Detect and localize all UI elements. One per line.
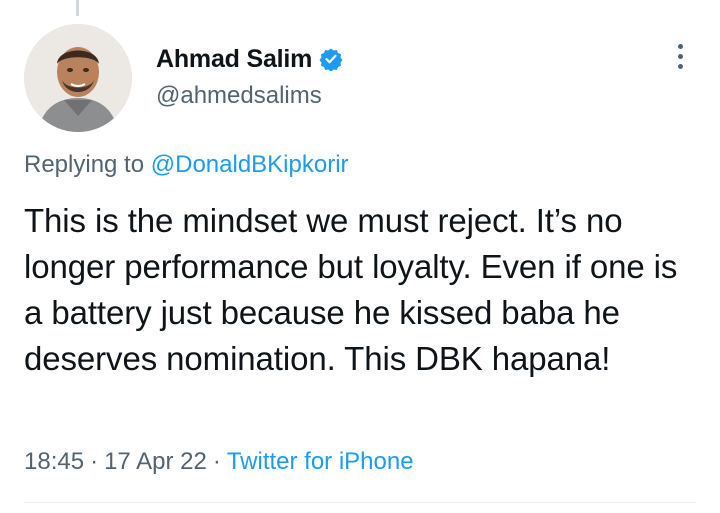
more-dot [677, 53, 683, 59]
author-name-row: Ahmad Salim [156, 42, 343, 76]
tweet-metadata: 18:45 · 17 Apr 22 · Twitter for iPhone [24, 448, 414, 476]
more-dot [677, 43, 683, 49]
thread-connector-line [76, 0, 79, 16]
avatar[interactable] [24, 24, 132, 132]
tweet-date[interactable]: 17 Apr 22 [104, 448, 207, 475]
more-dot [677, 63, 683, 69]
author-display-name[interactable]: Ahmad Salim [156, 45, 312, 74]
divider [24, 502, 696, 503]
tweet-source-link[interactable]: Twitter for iPhone [227, 448, 414, 475]
replying-to-line: Replying to @DonaldBKipkorir [24, 151, 349, 179]
tweet-text: This is the mindset we must reject. It’s… [24, 202, 678, 377]
author-handle[interactable]: @ahmedsalims [156, 82, 343, 110]
author-block: Ahmad Salim @ahmedsalims [156, 42, 343, 110]
avatar-photo-icon [24, 24, 132, 132]
more-options-icon[interactable] [664, 40, 696, 72]
reply-mention-link[interactable]: @DonaldBKipkorir [151, 151, 349, 178]
meta-separator: · [212, 448, 221, 475]
replying-to-label: Replying to [24, 151, 151, 178]
meta-separator: · [90, 448, 99, 475]
tweet-time[interactable]: 18:45 [24, 448, 84, 475]
tweet-detail: Ahmad Salim @ahmedsalims Replying to @Do… [0, 0, 720, 513]
verified-badge-icon [319, 47, 343, 72]
